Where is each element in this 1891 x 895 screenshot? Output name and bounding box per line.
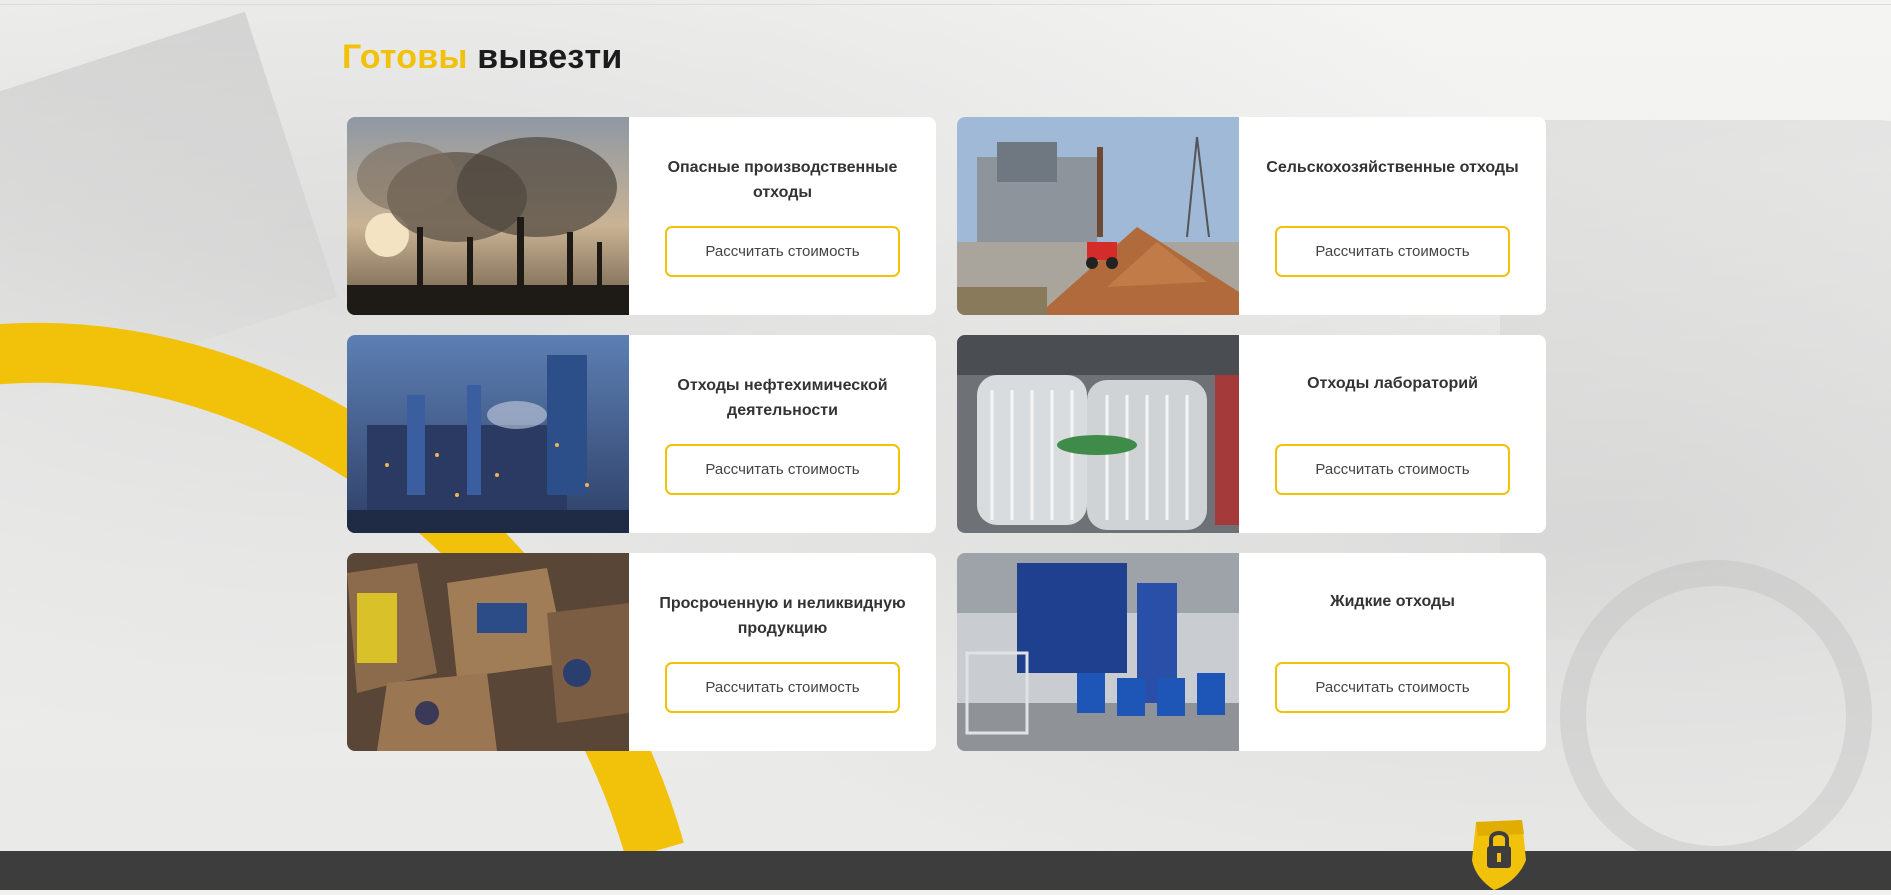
calculate-cost-button[interactable]: Рассчитать стоимость: [665, 444, 900, 495]
card-title: Просроченную и неликвидную продукцию: [659, 595, 906, 637]
card-body: Опасные производственные отходы Рассчита…: [629, 117, 936, 315]
service-card: Жидкие отходы Рассчитать стоимость: [957, 553, 1546, 751]
factory-smoke-image: [347, 117, 629, 315]
service-card: Сельскохозяйственные отходы Рассчитать с…: [957, 117, 1546, 315]
card-title: Опасные производственные отходы: [667, 159, 898, 201]
card-body: Жидкие отходы Рассчитать стоимость: [1239, 553, 1546, 751]
card-body: Сельскохозяйственные отходы Рассчитать с…: [1239, 117, 1546, 315]
card-title: Жидкие отходы: [1330, 593, 1455, 610]
boxes-products-image: [347, 553, 629, 751]
section-title: Готовы вывезти: [342, 38, 622, 77]
wood-chips-plant-image: [957, 117, 1239, 315]
calculate-cost-button[interactable]: Рассчитать стоимость: [665, 662, 900, 713]
card-title: Отходы нефтехимической деятельности: [677, 377, 888, 419]
liquid-processing-line-image: [957, 553, 1239, 751]
card-body: Отходы нефтехимической деятельности Расс…: [629, 335, 936, 533]
calculate-cost-button[interactable]: Рассчитать стоимость: [1275, 444, 1510, 495]
card-body: Отходы лабораторий Рассчитать стоимость: [1239, 335, 1546, 533]
section-title-rest: вывезти: [467, 38, 623, 76]
card-body: Просроченную и неликвидную продукцию Рас…: [629, 553, 936, 751]
card-title: Отходы лабораторий: [1307, 375, 1478, 392]
service-card: Отходы нефтехимической деятельности Расс…: [347, 335, 936, 533]
service-card: Опасные производственные отходы Рассчита…: [347, 117, 936, 315]
service-card: Просроченную и неликвидную продукцию Рас…: [347, 553, 936, 751]
fluorescent-tubes-image: [957, 335, 1239, 533]
footer-bar: [0, 851, 1891, 890]
calculate-cost-button[interactable]: Рассчитать стоимость: [1275, 662, 1510, 713]
card-title: Сельскохозяйственные отходы: [1266, 159, 1519, 176]
lock-shield-icon[interactable]: [1470, 816, 1528, 895]
calculate-cost-button[interactable]: Рассчитать стоимость: [665, 226, 900, 277]
section-title-accent: Готовы: [342, 38, 468, 76]
decorative-yellow-arc: [0, 322, 684, 860]
petrochemical-plant-image: [347, 335, 629, 533]
calculate-cost-button[interactable]: Рассчитать стоимость: [1275, 226, 1510, 277]
service-card: Отходы лабораторий Рассчитать стоимость: [957, 335, 1546, 533]
